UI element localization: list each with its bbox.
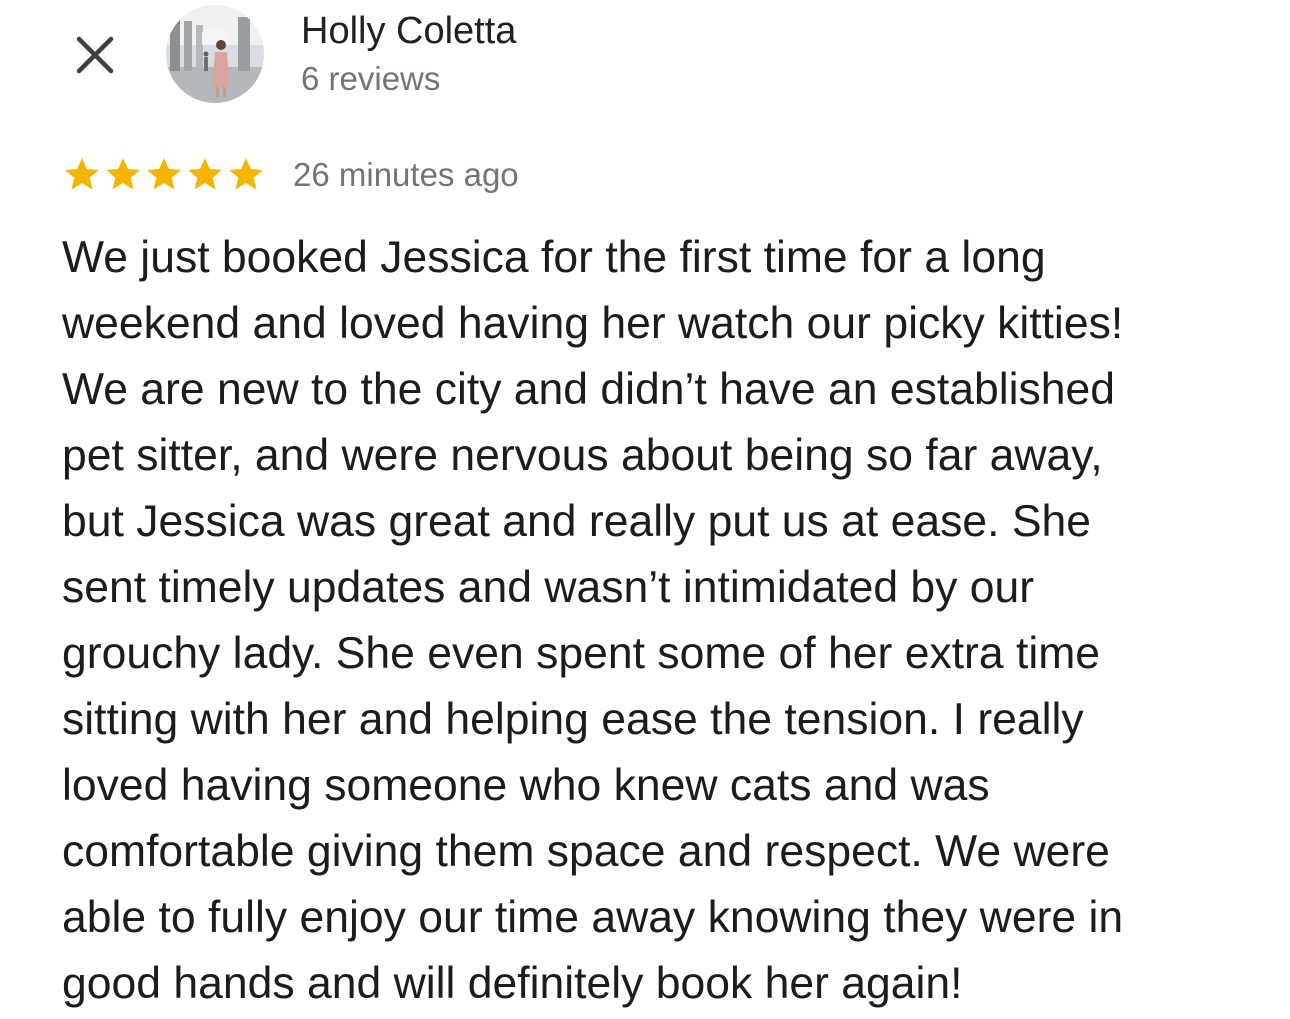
close-icon	[76, 36, 114, 74]
avatar[interactable]	[166, 5, 264, 103]
review-line: sitting with her and helping ease the te…	[62, 695, 1084, 744]
review-timestamp: 26 minutes ago	[293, 156, 519, 193]
star-icon	[147, 158, 181, 190]
review-line: We just booked Jessica for the first tim…	[62, 233, 1046, 282]
review-line: good hands and will definitely book her …	[62, 959, 963, 1008]
review-line: sent timely updates and wasn’t intimidat…	[62, 563, 1035, 612]
rating-row: 26 minutes ago	[62, 152, 519, 198]
star-icon	[65, 158, 99, 190]
review-line: able to fully enjoy our time away knowin…	[62, 893, 1124, 942]
star-icon	[188, 158, 222, 190]
review-line: but Jessica was great and really put us …	[62, 497, 1092, 546]
review-body: We just booked Jessica for the first tim…	[62, 225, 1262, 1017]
review-line: weekend and loved having her watch our p…	[62, 299, 1124, 348]
review-line: grouchy lady. She even spent some of her…	[62, 629, 1101, 678]
review-line: comfortable giving them space and respec…	[62, 827, 1110, 876]
star-rating	[62, 155, 267, 195]
avatar-photo	[166, 5, 264, 103]
close-button[interactable]	[70, 30, 120, 80]
author-name[interactable]: Holly Coletta	[301, 8, 516, 54]
star-icon	[229, 158, 263, 190]
review-count: 6 reviews	[301, 60, 441, 97]
review-line: pet sitter, and were nervous about being…	[62, 431, 1103, 480]
review-line: We are new to the city and didn’t have a…	[62, 365, 1116, 414]
review-line: loved having someone who knew cats and w…	[62, 761, 990, 810]
star-icon	[106, 158, 140, 190]
